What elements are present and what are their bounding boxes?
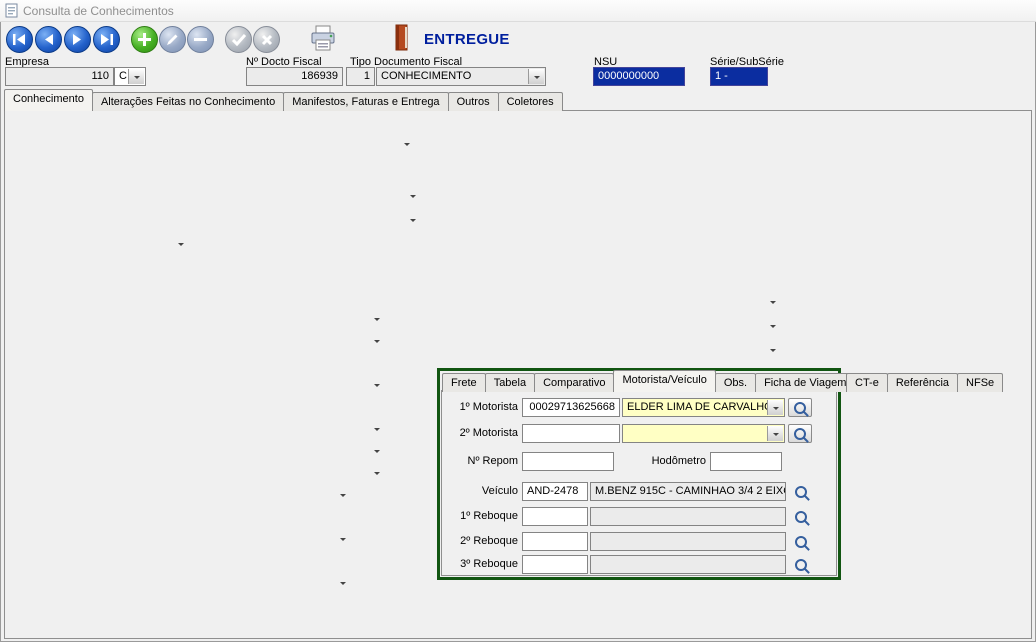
tab-conhecimento[interactable]: Conhecimento xyxy=(4,89,93,111)
app-window: Consulta de Conhecimentos ENTREGUE Empre… xyxy=(0,0,1036,642)
motorista2-combo[interactable] xyxy=(622,424,785,443)
reboque1-label: 1º Reboque xyxy=(444,510,518,523)
tipo-documento-combo[interactable]: CONHECIMENTO xyxy=(376,67,546,86)
reboque1-name-field xyxy=(590,507,786,526)
search-icon xyxy=(794,402,806,414)
hodometro-label: Hodômetro xyxy=(636,455,706,468)
minus-icon xyxy=(194,33,207,46)
search-icon xyxy=(794,428,806,440)
exit-button[interactable] xyxy=(394,24,410,54)
confirm-button[interactable] xyxy=(225,26,252,53)
add-button[interactable] xyxy=(131,26,158,53)
subtab-comparativo[interactable]: Comparativo xyxy=(534,373,614,392)
x-icon xyxy=(261,34,273,46)
subtab-nfse[interactable]: NFSe xyxy=(957,373,1003,392)
repom-field[interactable] xyxy=(522,452,614,471)
window-title: Consulta de Conhecimentos xyxy=(23,4,174,18)
tab-manifestos[interactable]: Manifestos, Faturas e Entrega xyxy=(283,92,448,111)
search-icon xyxy=(795,511,807,523)
previous-icon xyxy=(43,34,54,45)
last-icon xyxy=(100,34,113,45)
reboque3-code-field[interactable] xyxy=(522,555,588,574)
docto-fiscal-field: 186939 xyxy=(246,67,343,86)
motorista1-combo[interactable]: ELDER LIMA DE CARVALHO xyxy=(622,398,785,417)
last-record-button[interactable] xyxy=(93,26,120,53)
subtab-motorista-veiculo[interactable]: Motorista/Veículo xyxy=(613,370,715,392)
search-icon xyxy=(795,559,807,571)
status-badge: ENTREGUE xyxy=(424,31,510,48)
subtab-frete[interactable]: Frete xyxy=(442,373,486,392)
reboque2-search-icon[interactable] xyxy=(792,533,810,551)
motorista2-label: 2º Motorista xyxy=(444,427,518,440)
motorista1-code-field[interactable]: 00029713625668 xyxy=(522,398,620,417)
tab-alteracoes[interactable]: Alterações Feitas no Conhecimento xyxy=(92,92,284,111)
subtab-obs[interactable]: Obs. xyxy=(715,373,756,392)
nsu-field[interactable]: 0000000000 xyxy=(593,67,685,86)
veiculo-name-field: M.BENZ 915C - CAMINHAO 3/4 2 EIXOS xyxy=(590,482,786,501)
motorista1-search-button[interactable] xyxy=(788,398,812,417)
first-icon xyxy=(13,34,26,45)
title-bar: Consulta de Conhecimentos xyxy=(0,0,1036,22)
check-icon xyxy=(232,34,246,46)
tipo-documento-code-field: 1 xyxy=(346,67,375,86)
motorista2-search-button[interactable] xyxy=(788,424,812,443)
veiculo-label: Veículo xyxy=(444,485,518,498)
veiculo-search-icon[interactable] xyxy=(792,483,810,501)
book-icon xyxy=(394,24,410,51)
tab-coletores[interactable]: Coletores xyxy=(498,92,563,111)
print-button[interactable] xyxy=(308,25,338,55)
cancel-button[interactable] xyxy=(253,26,280,53)
reboque2-name-field xyxy=(590,532,786,551)
subtab-tabela[interactable]: Tabela xyxy=(485,373,535,392)
previous-record-button[interactable] xyxy=(35,26,62,53)
motorista1-label: 1º Motorista xyxy=(444,401,518,414)
reboque1-search-icon[interactable] xyxy=(792,508,810,526)
subtab-referencia[interactable]: Referência xyxy=(887,373,958,392)
subtab-cte[interactable]: CT-e xyxy=(846,373,888,392)
pencil-icon xyxy=(166,33,179,46)
motorista2-code-field[interactable] xyxy=(522,424,620,443)
empresa-header-field: 110 xyxy=(5,67,114,86)
printer-icon xyxy=(308,25,338,52)
reboque3-label: 3º Reboque xyxy=(444,558,518,571)
search-icon xyxy=(795,486,807,498)
plus-icon xyxy=(138,33,151,46)
empresa-header-combo[interactable]: C xyxy=(114,67,146,86)
hodometro-field[interactable] xyxy=(710,452,782,471)
window-icon xyxy=(5,3,19,21)
subtab-ficha-viagem[interactable]: Ficha de Viagem xyxy=(755,373,855,392)
reboque1-code-field[interactable] xyxy=(522,507,588,526)
veiculo-code-field[interactable]: AND-2478 xyxy=(522,482,588,501)
search-icon xyxy=(795,536,807,548)
next-icon xyxy=(72,34,83,45)
reboque3-search-icon[interactable] xyxy=(792,556,810,574)
reboque3-name-field xyxy=(590,555,786,574)
next-record-button[interactable] xyxy=(64,26,91,53)
reboque2-label: 2º Reboque xyxy=(444,535,518,548)
tab-outros[interactable]: Outros xyxy=(448,92,499,111)
serie-field[interactable]: 1 - xyxy=(710,67,768,86)
edit-button[interactable] xyxy=(159,26,186,53)
reboque2-code-field[interactable] xyxy=(522,532,588,551)
delete-button[interactable] xyxy=(187,26,214,53)
first-record-button[interactable] xyxy=(6,26,33,53)
repom-label: Nº Repom xyxy=(444,455,518,468)
